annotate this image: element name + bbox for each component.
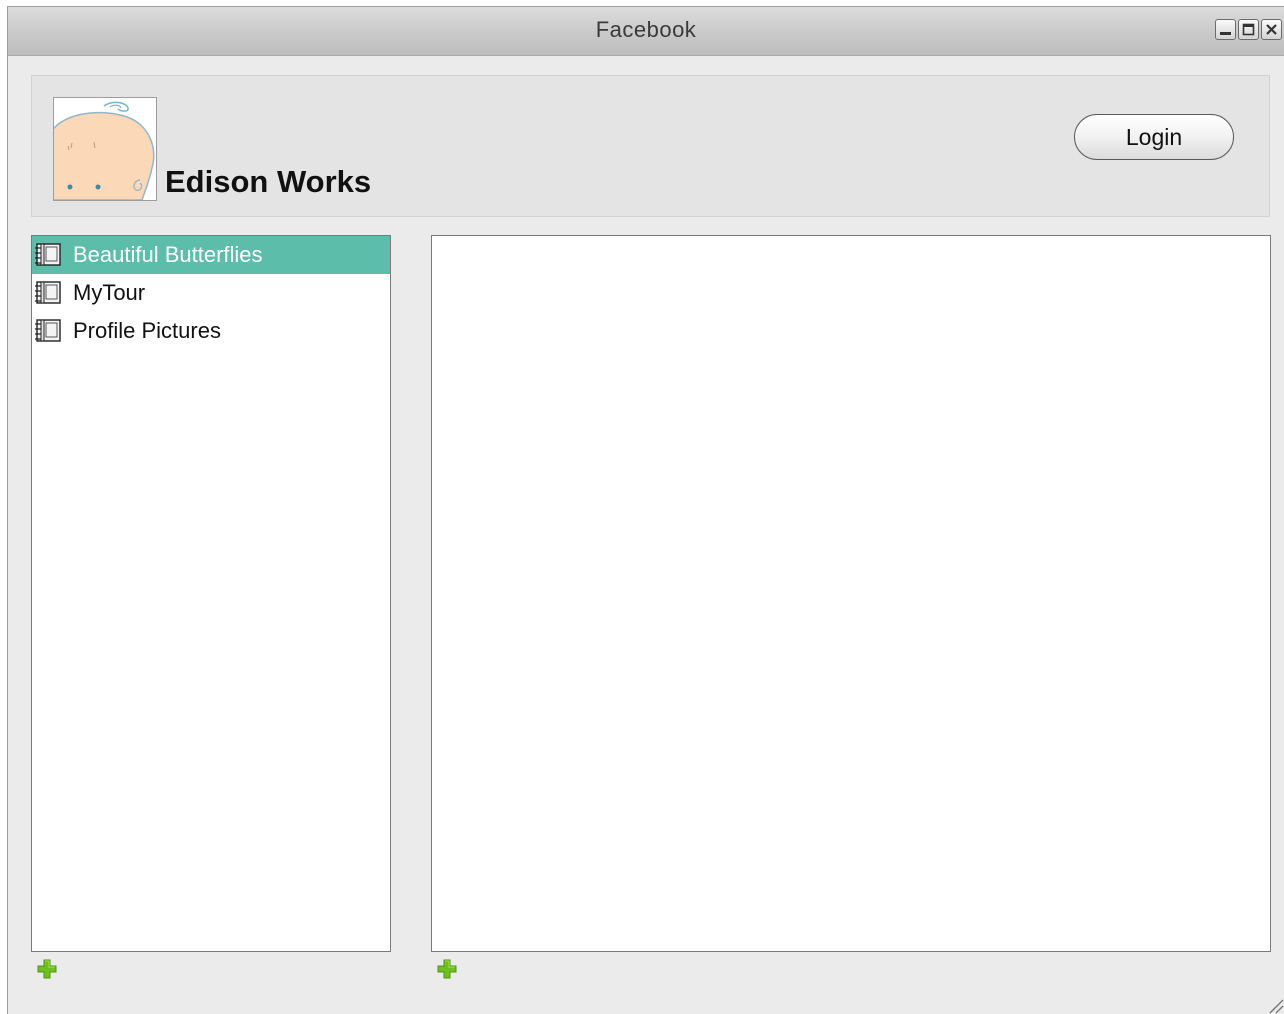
album-label: Beautiful Butterflies xyxy=(73,242,263,267)
close-button[interactable] xyxy=(1261,19,1282,40)
album-label: MyTour xyxy=(73,280,146,305)
album-label: Profile Pictures xyxy=(73,318,221,343)
maximize-button[interactable] xyxy=(1238,19,1259,40)
window-controls xyxy=(1215,19,1282,40)
maximize-icon xyxy=(1242,23,1255,36)
album-book-icon xyxy=(35,319,61,342)
album-book-icon xyxy=(35,281,61,304)
facebook-window: Facebook Edison Works Login Beautiful Bu… xyxy=(7,6,1284,1014)
photo-area[interactable] xyxy=(431,235,1271,952)
close-icon xyxy=(1266,24,1277,35)
title-bar[interactable]: Facebook xyxy=(8,7,1284,56)
profile-name: Edison Works xyxy=(165,164,372,199)
minimize-icon xyxy=(1220,32,1231,35)
profile-header: Edison Works Login xyxy=(31,75,1270,217)
window-title: Facebook xyxy=(595,17,697,42)
album-item[interactable]: Profile Pictures xyxy=(32,312,390,350)
album-item[interactable]: Beautiful Butterflies xyxy=(32,236,390,274)
resize-grip-icon[interactable] xyxy=(1266,996,1284,1014)
minimize-button[interactable] xyxy=(1215,19,1236,40)
album-list[interactable]: Beautiful Butterflies MyTour Profile Pic… xyxy=(31,235,391,952)
login-button[interactable]: Login xyxy=(1074,114,1234,160)
avatar xyxy=(53,97,157,201)
baby-avatar-icon xyxy=(54,98,156,200)
album-book-icon xyxy=(35,243,61,266)
add-album-icon[interactable] xyxy=(37,959,57,979)
album-item[interactable]: MyTour xyxy=(32,274,390,312)
add-photo-icon[interactable] xyxy=(437,959,457,979)
